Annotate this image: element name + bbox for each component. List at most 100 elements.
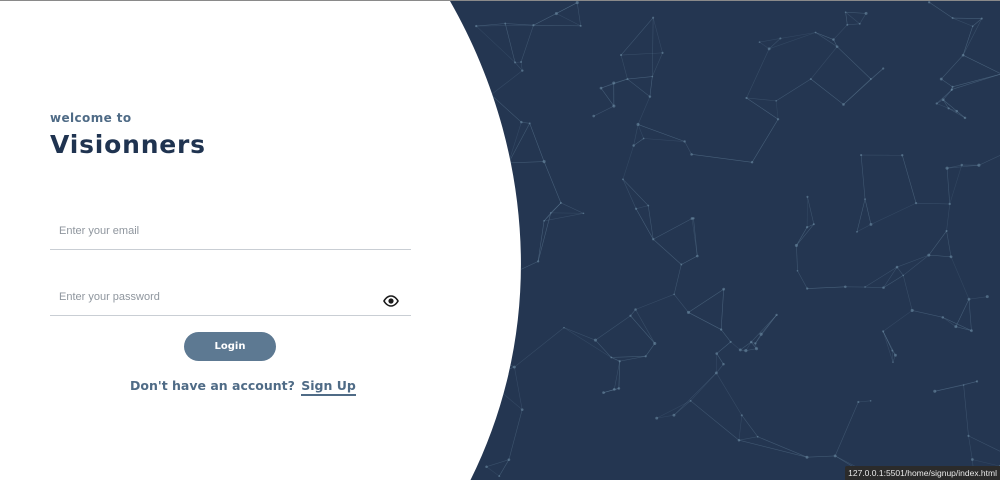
brand-title: Visionners — [50, 130, 206, 159]
network-node — [749, 340, 753, 344]
network-line — [500, 278, 504, 298]
network-node — [805, 455, 809, 459]
network-node — [756, 435, 759, 438]
network-node — [744, 349, 748, 353]
network-node — [846, 23, 849, 26]
network-node — [809, 78, 812, 81]
network-node — [948, 202, 951, 206]
network-node — [475, 24, 478, 28]
network-line — [485, 178, 493, 222]
network-node — [895, 265, 899, 269]
network-node — [695, 254, 699, 258]
network-node — [939, 77, 943, 81]
network-node — [692, 217, 695, 220]
network-node — [759, 332, 763, 336]
network-node — [653, 341, 657, 345]
network-node — [970, 329, 973, 333]
network-node — [927, 1, 931, 4]
network-node — [485, 465, 488, 468]
network-node — [754, 347, 759, 351]
email-input[interactable] — [50, 214, 379, 248]
network-node — [652, 238, 655, 241]
network-node — [636, 122, 640, 126]
network-node — [528, 122, 531, 125]
network-node — [775, 313, 778, 317]
network-node — [833, 454, 837, 458]
network-node — [602, 391, 605, 394]
network-node — [644, 355, 647, 358]
network-node — [471, 115, 474, 118]
network-node — [842, 103, 845, 106]
network-node — [864, 198, 866, 201]
network-node — [686, 310, 691, 314]
signup-link[interactable]: Sign Up — [301, 378, 356, 396]
network-node — [673, 293, 675, 296]
password-input[interactable] — [50, 280, 379, 314]
network-node — [689, 399, 692, 402]
network-node — [806, 195, 809, 198]
network-line — [479, 162, 509, 217]
network-node — [858, 22, 861, 25]
login-form: welcome to Visionners Login Don't have a… — [50, 109, 411, 396]
network-node — [617, 387, 621, 390]
network-node — [642, 137, 645, 140]
network-node — [634, 207, 638, 210]
network-node — [632, 144, 635, 147]
network-node — [844, 11, 847, 14]
network-node — [485, 220, 488, 223]
network-node — [592, 114, 596, 118]
network-node — [961, 53, 965, 57]
network-node — [661, 51, 664, 54]
network-node — [949, 255, 953, 259]
network-node — [655, 416, 659, 420]
network-node — [507, 458, 511, 462]
network-node — [882, 330, 885, 333]
network-node — [593, 338, 597, 342]
signup-row: Don't have an account? Sign Up — [50, 378, 411, 396]
login-button[interactable]: Login — [184, 332, 276, 361]
network-node — [647, 204, 650, 207]
network-node — [902, 274, 905, 277]
network-node — [857, 400, 860, 404]
network-node — [967, 297, 971, 301]
network-node — [610, 356, 613, 359]
network-node — [805, 287, 809, 290]
network-node — [482, 375, 486, 380]
network-node — [914, 202, 918, 205]
network-node — [860, 153, 863, 157]
network-node — [622, 178, 624, 181]
network-node — [651, 75, 654, 78]
network-node — [634, 308, 637, 311]
network-node — [680, 263, 683, 266]
network-node — [512, 365, 516, 369]
network-node — [814, 31, 817, 34]
network-node — [750, 161, 754, 164]
network-node — [960, 163, 963, 167]
network-node — [683, 140, 686, 143]
network-node — [776, 118, 780, 121]
network-node — [941, 316, 945, 319]
eye-icon[interactable] — [383, 295, 399, 307]
network-node — [927, 253, 931, 257]
network-node — [980, 17, 983, 20]
network-node — [690, 153, 693, 156]
network-line — [479, 216, 487, 222]
network-node — [478, 215, 481, 218]
network-node — [947, 107, 950, 110]
signup-prompt: Don't have an account? — [130, 378, 295, 393]
network-node — [975, 380, 979, 383]
network-node — [796, 269, 799, 272]
network-node — [737, 438, 741, 442]
network-node — [954, 325, 958, 329]
network-node — [950, 88, 954, 91]
login-page: welcome to Visionners Login Don't have a… — [0, 0, 1000, 480]
network-node — [599, 86, 603, 90]
network-node — [970, 458, 974, 461]
network-node — [532, 24, 535, 27]
network-node — [835, 45, 839, 49]
network-node — [910, 308, 914, 312]
network-node — [488, 354, 491, 357]
network-node — [779, 37, 782, 40]
network-node — [963, 116, 967, 120]
network-node — [892, 361, 894, 363]
